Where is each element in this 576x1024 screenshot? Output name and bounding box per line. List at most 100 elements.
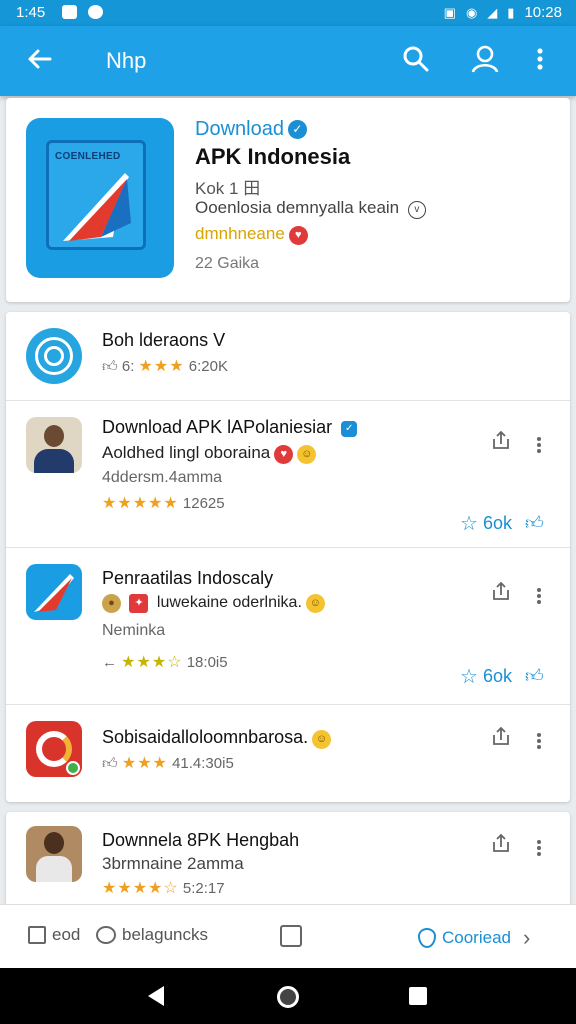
back-arrow-icon[interactable] [22,42,56,76]
status-time-left: 1:45 [16,4,46,21]
star-outline-icon: ☆ [460,666,478,688]
share-icon[interactable] [490,725,512,747]
rating-extra: 12625 [182,495,225,512]
description-text: Ooenlosia demnyalla keain [195,198,400,217]
bottom-toolbar: eod belaguncks Cooriead › [0,904,576,968]
verified-badge-icon: ✓ [341,421,358,437]
system-nav-bar [0,968,576,1024]
nav-back-icon[interactable] [148,986,164,1006]
avatar [26,417,82,473]
list-item-subtitle-text: luwekaine oderlnika. [156,594,302,611]
list-item-meta: Neminka [102,622,166,639]
comment-icon [96,926,116,944]
list-item-subtitle: ● ✦ luwekaine oderlnika. ☺ [102,594,325,613]
download-text: Download [195,118,284,140]
list-item-rating: ★★★★★ 12625 [102,493,225,513]
thumb-up-icon: 👍︎ [525,513,544,533]
list-item-title-text: Download APK lAPolaniesiar [102,417,333,437]
list-item-meta: 4ddersm.4amma [102,469,223,486]
more-options-icon[interactable] [536,731,542,751]
search-icon[interactable] [399,42,433,76]
account-icon[interactable] [468,42,502,76]
featured-app-card[interactable]: COENLEHED Download ✓ APK Indonesia Kok 1 … [6,98,570,302]
heart-icon: ♥ [288,226,308,245]
status-time-right: 10:28 [524,4,562,21]
more-options-icon[interactable] [536,586,542,606]
featured-download-label: Download ✓ [195,118,307,141]
action-label: 6ok [482,666,512,686]
avatar [26,826,82,882]
featured-app-description: Ooenlosia demnyalla keain v [195,198,426,219]
clock-app-icon [26,328,82,384]
calendar-icon [28,926,46,944]
app-list-card: Boh lderaons V 👍︎ 6: ★★★ 6:20K Download … [6,312,570,802]
battery-icon: ▮ [507,4,515,20]
list-item[interactable]: Download APK lAPolaniesiar ✓ Aoldhed lin… [6,401,570,547]
notification-icon [62,5,77,19]
star-outline-icon: ☆ [460,513,478,535]
rating-stars: ★★★☆ [121,654,183,671]
wifi-icon: ◉ [465,4,478,20]
rating-prefix: 6: [121,358,135,375]
list-item-subtitle: 3brmnaine 2amma [102,854,244,873]
featured-app-icon[interactable]: COENLEHED [26,118,174,278]
list-item-rating: 👍︎ 6: ★★★ 6:20K [102,356,228,376]
bottom-item-label: Cooriead [442,928,511,947]
rating-extra: 5:2:17 [182,880,225,897]
bottom-item-comments[interactable]: belaguncks [96,925,208,945]
thumb-up-icon: 👍︎ [525,666,544,686]
list-item[interactable]: Downnela 8PK Hengbah 3brmnaine 2amma ★★★… [6,812,570,904]
smile-icon: ☺ [305,594,325,613]
more-options-icon[interactable] [536,435,542,455]
notification-icon-2 [88,5,103,19]
list-item-title: Penraatilas Indoscaly [102,568,274,588]
rating-extra: 18:0i5 [186,654,228,671]
featured-app-name: APK Indonesia [195,144,351,169]
rating-stars: ★★★★☆ [102,880,179,897]
list-item-subtitle: Aoldhed lingl oboraina ♥ ☺ [102,443,317,464]
app-bar-title: Nhp [106,48,147,73]
apk-app-icon [26,564,82,620]
list-item[interactable]: Sobisaidalloloomnbarosa. ☺ 👍︎ ★★★ 41.4:30… [6,705,570,801]
action-button[interactable]: ☆ 6ok 👍︎ [460,511,544,536]
overflow-menu-icon[interactable] [530,42,550,76]
nav-home-icon[interactable] [277,986,299,1008]
chevron-right-icon: › [523,925,531,950]
app-bar: Nhp [0,26,576,96]
tag-text: dmnhneane [195,224,285,243]
share-icon[interactable] [490,429,512,451]
list-item-title: Boh lderaons V [102,330,226,350]
thumb-up-icon: 👍︎ [102,755,118,772]
status-bar: 1:45 ▣ ◉ ◢ ▮ 10:28 [0,0,576,26]
heart-icon: ♥ [274,445,294,464]
list-item-title-text: Sobisaidalloloomnbarosa. [102,727,309,747]
featured-app-count: 22 Gaika [195,255,260,272]
vibrate-icon: ▣ [443,4,456,20]
featured-app-tag: dmnhneane ♥ [195,224,308,245]
smile-icon: ☺ [297,445,317,464]
smile-icon: ☺ [312,730,332,749]
avatar-small-icon: ● [102,594,121,613]
action-button[interactable]: ☆ 6ok 👍︎ [460,664,544,689]
share-icon[interactable] [490,832,512,854]
more-options-icon[interactable] [536,838,542,858]
rating-extra: 41.4:30i5 [172,755,234,772]
list-item-title: Sobisaidalloloomnbarosa. ☺ [102,727,332,749]
rating-stars: ★★★★★ [102,495,179,512]
list-item[interactable]: Penraatilas Indoscaly ● ✦ luwekaine oder… [6,548,570,704]
action-label: 6ok [482,513,512,533]
app-logo-arrow-icon [63,173,131,241]
rating-stars: ★★★ [138,358,185,375]
bottom-item-action[interactable]: Cooriead › [418,925,530,951]
info-circle-icon[interactable]: v [407,201,426,219]
thumb-up-icon: 👍︎ [102,358,118,375]
g-app-icon [26,721,82,777]
bottom-item-gallery[interactable] [280,925,302,947]
nav-recents-icon[interactable] [409,987,427,1005]
share-icon[interactable] [490,580,512,602]
list-item[interactable]: Boh lderaons V 👍︎ 6: ★★★ 6:20K [6,312,570,400]
bottom-item-eod[interactable]: eod [28,925,80,945]
bottom-item-label: eod [52,925,81,944]
list-item-subtitle-text: Aoldhed lingl oboraina [102,443,271,462]
bottom-item-label: belaguncks [122,925,209,944]
